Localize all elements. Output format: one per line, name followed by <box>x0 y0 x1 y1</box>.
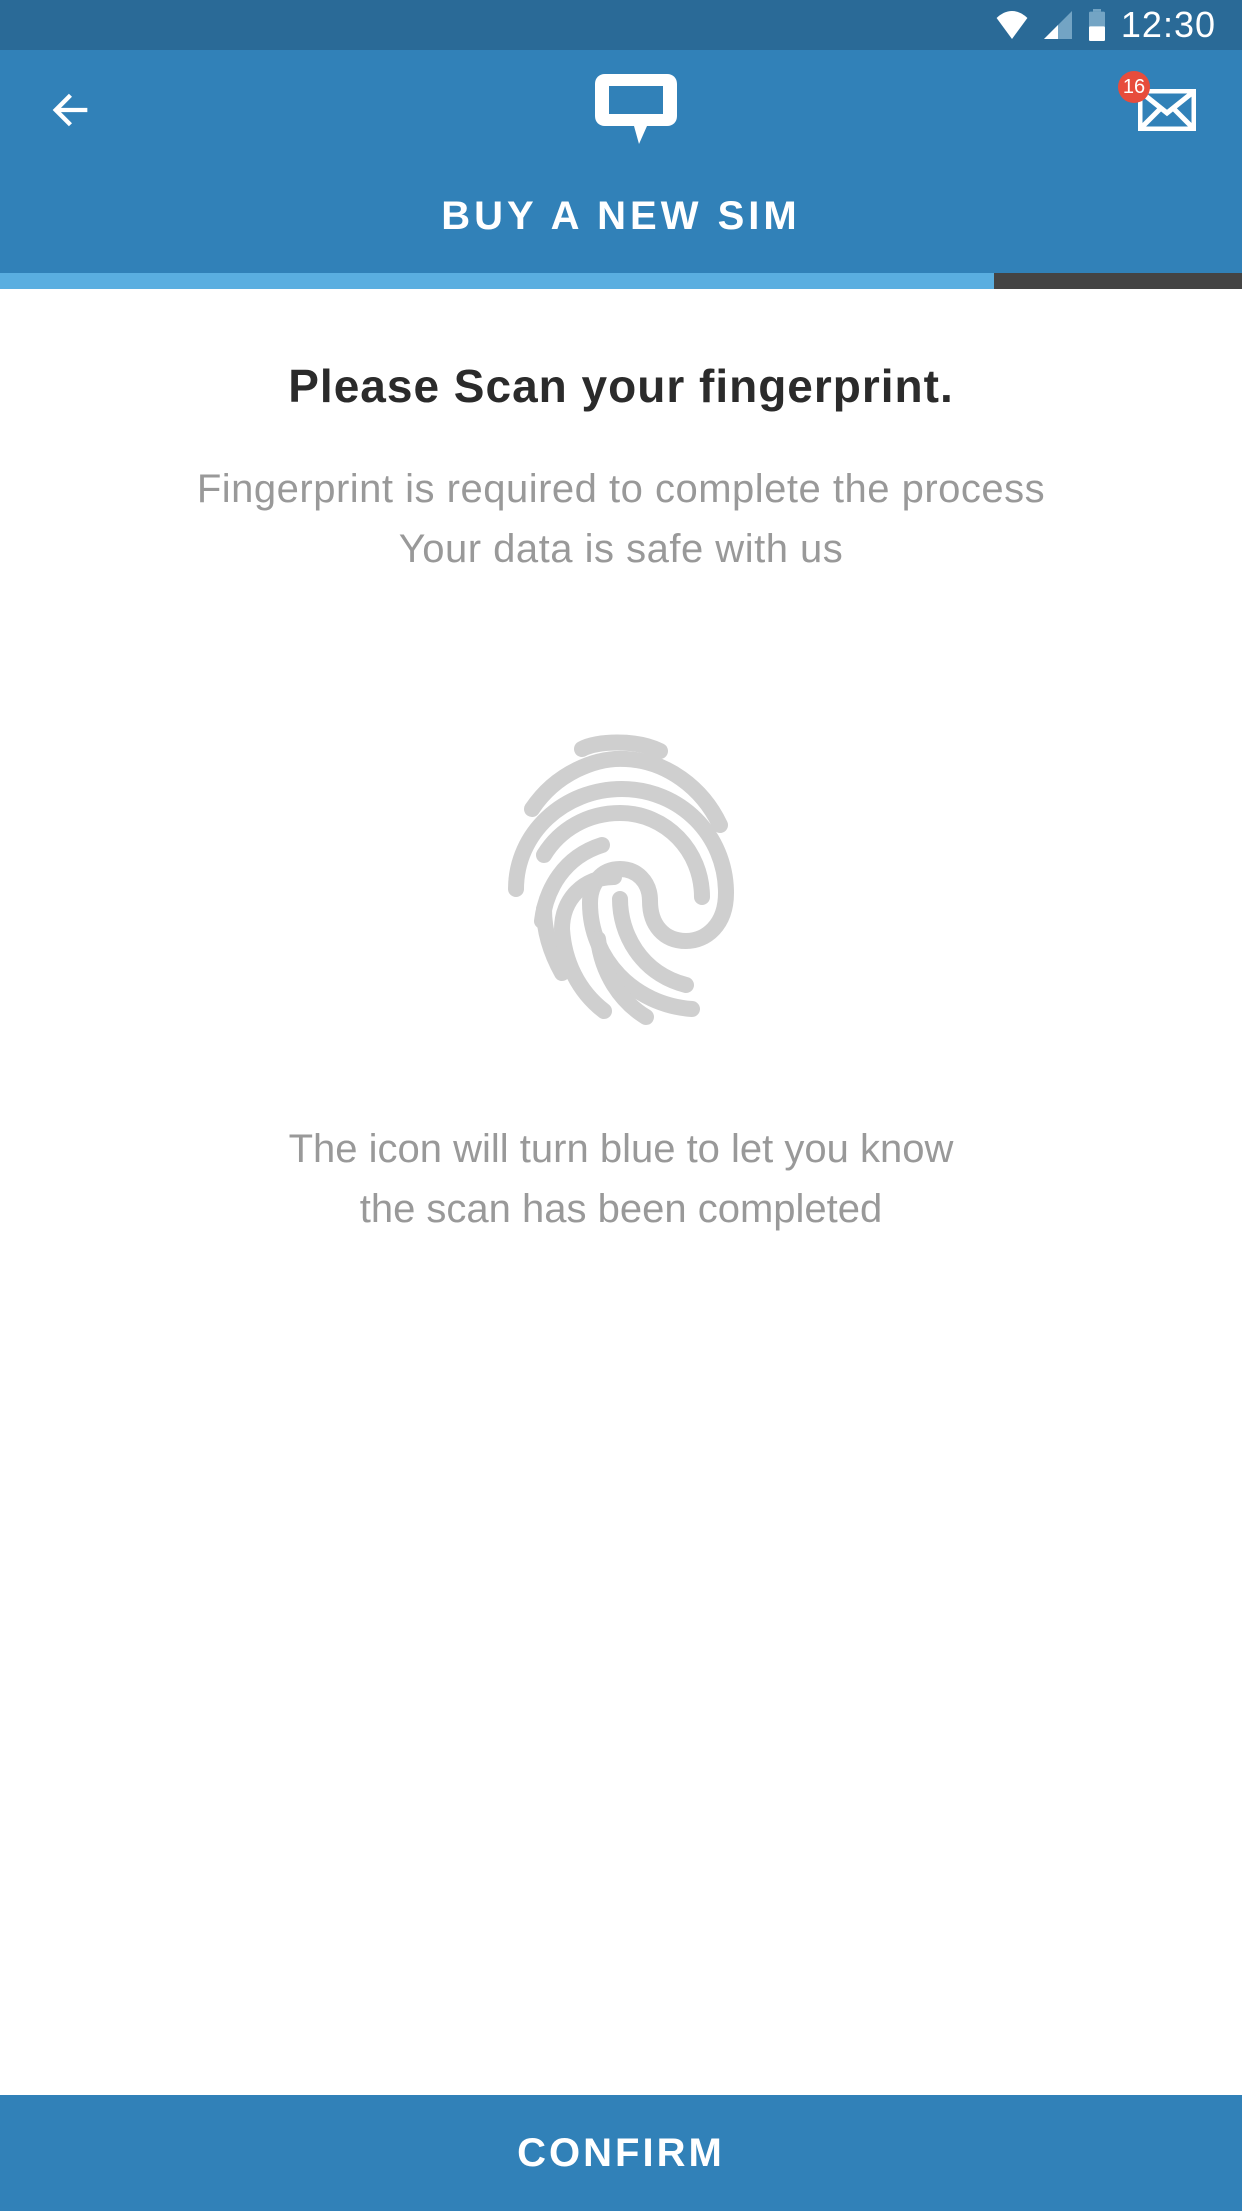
content-hint: The icon will turn blue to let you know … <box>50 1119 1192 1239</box>
status-time: 12:30 <box>1121 4 1216 46</box>
content-subtitle: Fingerprint is required to complete the … <box>50 459 1192 579</box>
fingerprint-scan-area[interactable] <box>50 729 1192 1029</box>
progress-bar <box>0 273 1242 289</box>
content-title: Please Scan your fingerprint. <box>50 359 1192 413</box>
battery-icon <box>1087 9 1107 41</box>
notifications-button[interactable]: 16 <box>1132 85 1202 135</box>
content-area: Please Scan your fingerprint. Fingerprin… <box>0 289 1242 1239</box>
cellular-signal-icon <box>1043 11 1073 39</box>
app-logo-icon <box>591 72 681 148</box>
status-bar: 12:30 <box>0 0 1242 50</box>
confirm-button[interactable]: CONFIRM <box>0 2095 1242 2211</box>
fingerprint-icon <box>486 729 756 1029</box>
app-header: 16 BUY A NEW SIM <box>0 50 1242 273</box>
back-button[interactable] <box>40 80 100 140</box>
progress-fill <box>0 273 994 289</box>
back-arrow-icon <box>44 84 96 136</box>
wifi-icon <box>995 11 1029 39</box>
page-title: BUY A NEW SIM <box>0 170 1242 273</box>
notifications-badge: 16 <box>1118 71 1150 103</box>
